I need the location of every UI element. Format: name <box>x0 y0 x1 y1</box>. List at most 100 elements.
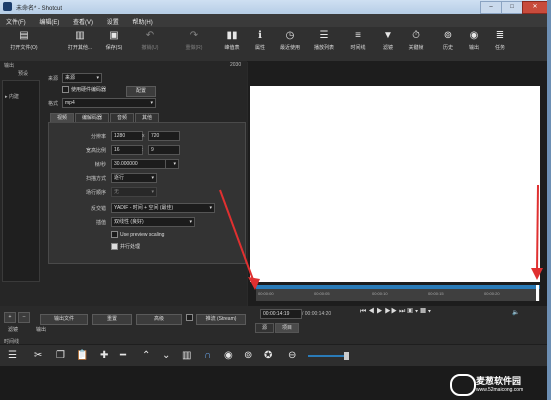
hw-encoder-label: 使用硬件编码器 <box>71 87 107 93</box>
presets-label: 预设 <box>18 71 29 77</box>
preview-scaling-label: Use preview scaling <box>120 231 165 238</box>
watermark: 麦葱软件园 www.52maicong.com <box>450 372 547 396</box>
scrub-icon[interactable]: ◉ <box>224 350 233 361</box>
undo-icon: ↶ <box>145 30 155 41</box>
video-preview[interactable] <box>250 86 540 282</box>
bottom-tab-filters[interactable]: 滤镜 <box>8 326 18 333</box>
undo-button[interactable]: ↶ 撤销(U) <box>128 30 172 51</box>
menu-edit[interactable]: 编辑(E) <box>39 17 59 26</box>
format-label: 格式 <box>48 101 59 107</box>
export-file-button[interactable]: 输出文件 <box>40 314 88 325</box>
timeline-icon: ≡ <box>355 30 361 41</box>
configure-button[interactable]: 配置 <box>126 86 156 97</box>
zoom-slider[interactable] <box>308 355 348 357</box>
resolution-label: 分辨率 <box>90 134 106 140</box>
menu-help[interactable]: 帮助(H) <box>132 17 152 26</box>
zoom-slider-handle[interactable] <box>344 352 349 360</box>
annotation-arrow-right <box>531 184 543 280</box>
advanced-button[interactable]: 高级 <box>136 314 182 325</box>
ripple-all-icon[interactable]: ✪ <box>264 350 272 361</box>
title-bar: 未命名* - Shotcut – □ ✕ <box>0 0 551 14</box>
lift-icon[interactable]: ⌃ <box>142 350 150 361</box>
properties-icon: ℹ <box>258 30 262 41</box>
parallel-checkbox[interactable] <box>111 243 118 251</box>
remove-preset-button[interactable]: – <box>18 312 30 323</box>
append-icon[interactable]: ✚ <box>100 350 108 361</box>
menu-file[interactable]: 文件(F) <box>6 17 26 26</box>
bottom-tab-export[interactable]: 输出 <box>36 326 46 333</box>
parallel-label: 并行处理 <box>120 244 141 250</box>
from-select[interactable]: 来源 <box>62 73 102 83</box>
scan-mode-select[interactable]: 逐行 <box>111 173 157 183</box>
jobs-icon: ≣ <box>495 30 505 41</box>
scan-mode-label: 扫描方式 <box>85 176 106 182</box>
preview-scaling-checkbox[interactable] <box>111 231 118 238</box>
jobs-button[interactable]: ≣ 任务 <box>478 30 522 51</box>
resolution-height-input[interactable]: 720 <box>148 131 180 141</box>
main-toolbar: ▤ 打开文件(O) ▥ 打开其他... ▣ 保存(S) ↶ 撤销(U) ↷ 重做(R) ▮… <box>0 27 551 62</box>
watermark-url: www.52maicong.com <box>476 387 524 393</box>
tab-source[interactable]: 源 <box>255 323 275 333</box>
tick-label: 00:00:20 <box>484 291 500 296</box>
redo-icon: ↷ <box>189 30 199 41</box>
format-select[interactable]: mp4 <box>62 98 156 108</box>
remove-icon[interactable]: ━ <box>120 350 126 361</box>
menu-settings[interactable]: 设置 <box>107 17 119 26</box>
minimize-button[interactable]: – <box>480 1 502 14</box>
parallel-row: 并行处理 <box>111 243 141 251</box>
filter-icon: ▼ <box>383 30 393 41</box>
total-time: / 00:00:14:20 <box>302 311 332 317</box>
app-icon <box>3 2 12 11</box>
save-icon: ▣ <box>109 30 119 41</box>
aspect-label: 宽高比例 <box>85 148 106 154</box>
paste-icon[interactable]: 📋 <box>76 350 88 361</box>
aspect-height-input[interactable]: 9 <box>148 145 180 155</box>
split-icon[interactable]: ▥ <box>182 350 191 361</box>
maximize-button[interactable]: □ <box>501 1 523 14</box>
field-order-select[interactable]: 无 <box>111 187 157 197</box>
peak-meter-icon: ▮▮ <box>226 30 238 41</box>
aspect-colon: : <box>142 147 144 153</box>
window-title: 未命名* - Shotcut <box>16 6 63 12</box>
keyframe-icon: ⏱ <box>412 30 420 41</box>
tab-project[interactable]: 项目 <box>275 323 300 333</box>
preset-item[interactable]: ▸ 内建 <box>5 93 19 100</box>
menu-view[interactable]: 查看(V) <box>73 17 93 26</box>
viewer-tabs: 源项目 <box>255 323 300 333</box>
tick-label: 00:00:05 <box>314 291 330 296</box>
watermark-text: 麦葱软件园 <box>476 376 522 386</box>
overwrite-icon[interactable]: ⌄ <box>162 350 170 361</box>
zoom-out-icon[interactable]: ⊖ <box>288 350 296 361</box>
time-ruler[interactable]: 00:00:00 00:00:05 00:00:10 00:00:15 00:0… <box>256 289 540 301</box>
aspect-width-input[interactable]: 16 <box>111 145 143 155</box>
menu-icon[interactable]: ☰ <box>8 350 17 361</box>
current-time-field[interactable]: 00:00:14:19 <box>260 309 302 319</box>
stream-checkbox[interactable] <box>186 314 193 321</box>
fps-dropdown[interactable] <box>165 159 179 169</box>
cut-icon[interactable]: ✂ <box>34 350 42 361</box>
presets-list[interactable]: ▸ 内建 <box>2 80 40 282</box>
fps-label: 帧/秒 <box>94 162 106 168</box>
deinterlacer-select[interactable]: YADIF - 时间 + 空间 (最佳) <box>111 203 215 213</box>
preview-scaling-row: Use preview scaling <box>111 231 164 238</box>
interpolation-select[interactable]: 双线性 (良好) <box>111 217 195 227</box>
export-panel-title: 输出 <box>4 63 15 69</box>
playlist-icon: ☰ <box>319 30 329 41</box>
resolution-width-input[interactable]: 1280 <box>111 131 143 141</box>
ripple-icon[interactable]: ⊚ <box>244 350 252 361</box>
copy-icon[interactable]: ❐ <box>56 350 65 361</box>
close-button[interactable]: ✕ <box>522 1 548 14</box>
tick-label: 00:00:10 <box>372 291 388 296</box>
field-order-label: 场行顺序 <box>85 190 106 196</box>
fps-input[interactable]: 30.000000 <box>111 159 169 169</box>
stream-button[interactable]: 推流 (Stream) <box>196 314 246 325</box>
menu-bar: 文件(F) 编辑(E) 查看(V) 设置 帮助(H) <box>0 14 551 28</box>
reset-button[interactable]: 重置 <box>92 314 132 325</box>
transport-controls[interactable]: ⏮ ◀ ▶ ▶▶ ⏭ ▣ ▾ ▦ ▾ <box>360 308 431 316</box>
open-file-button[interactable]: ▤ 打开文件(O) <box>2 30 46 51</box>
volume-icon[interactable]: 🔈 <box>512 309 519 316</box>
snap-icon[interactable]: ∩ <box>204 350 211 361</box>
add-preset-button[interactable]: + <box>4 312 16 323</box>
hw-encoder-checkbox[interactable] <box>62 86 69 94</box>
hw-encoder-row: 使用硬件编码器 <box>62 86 107 94</box>
